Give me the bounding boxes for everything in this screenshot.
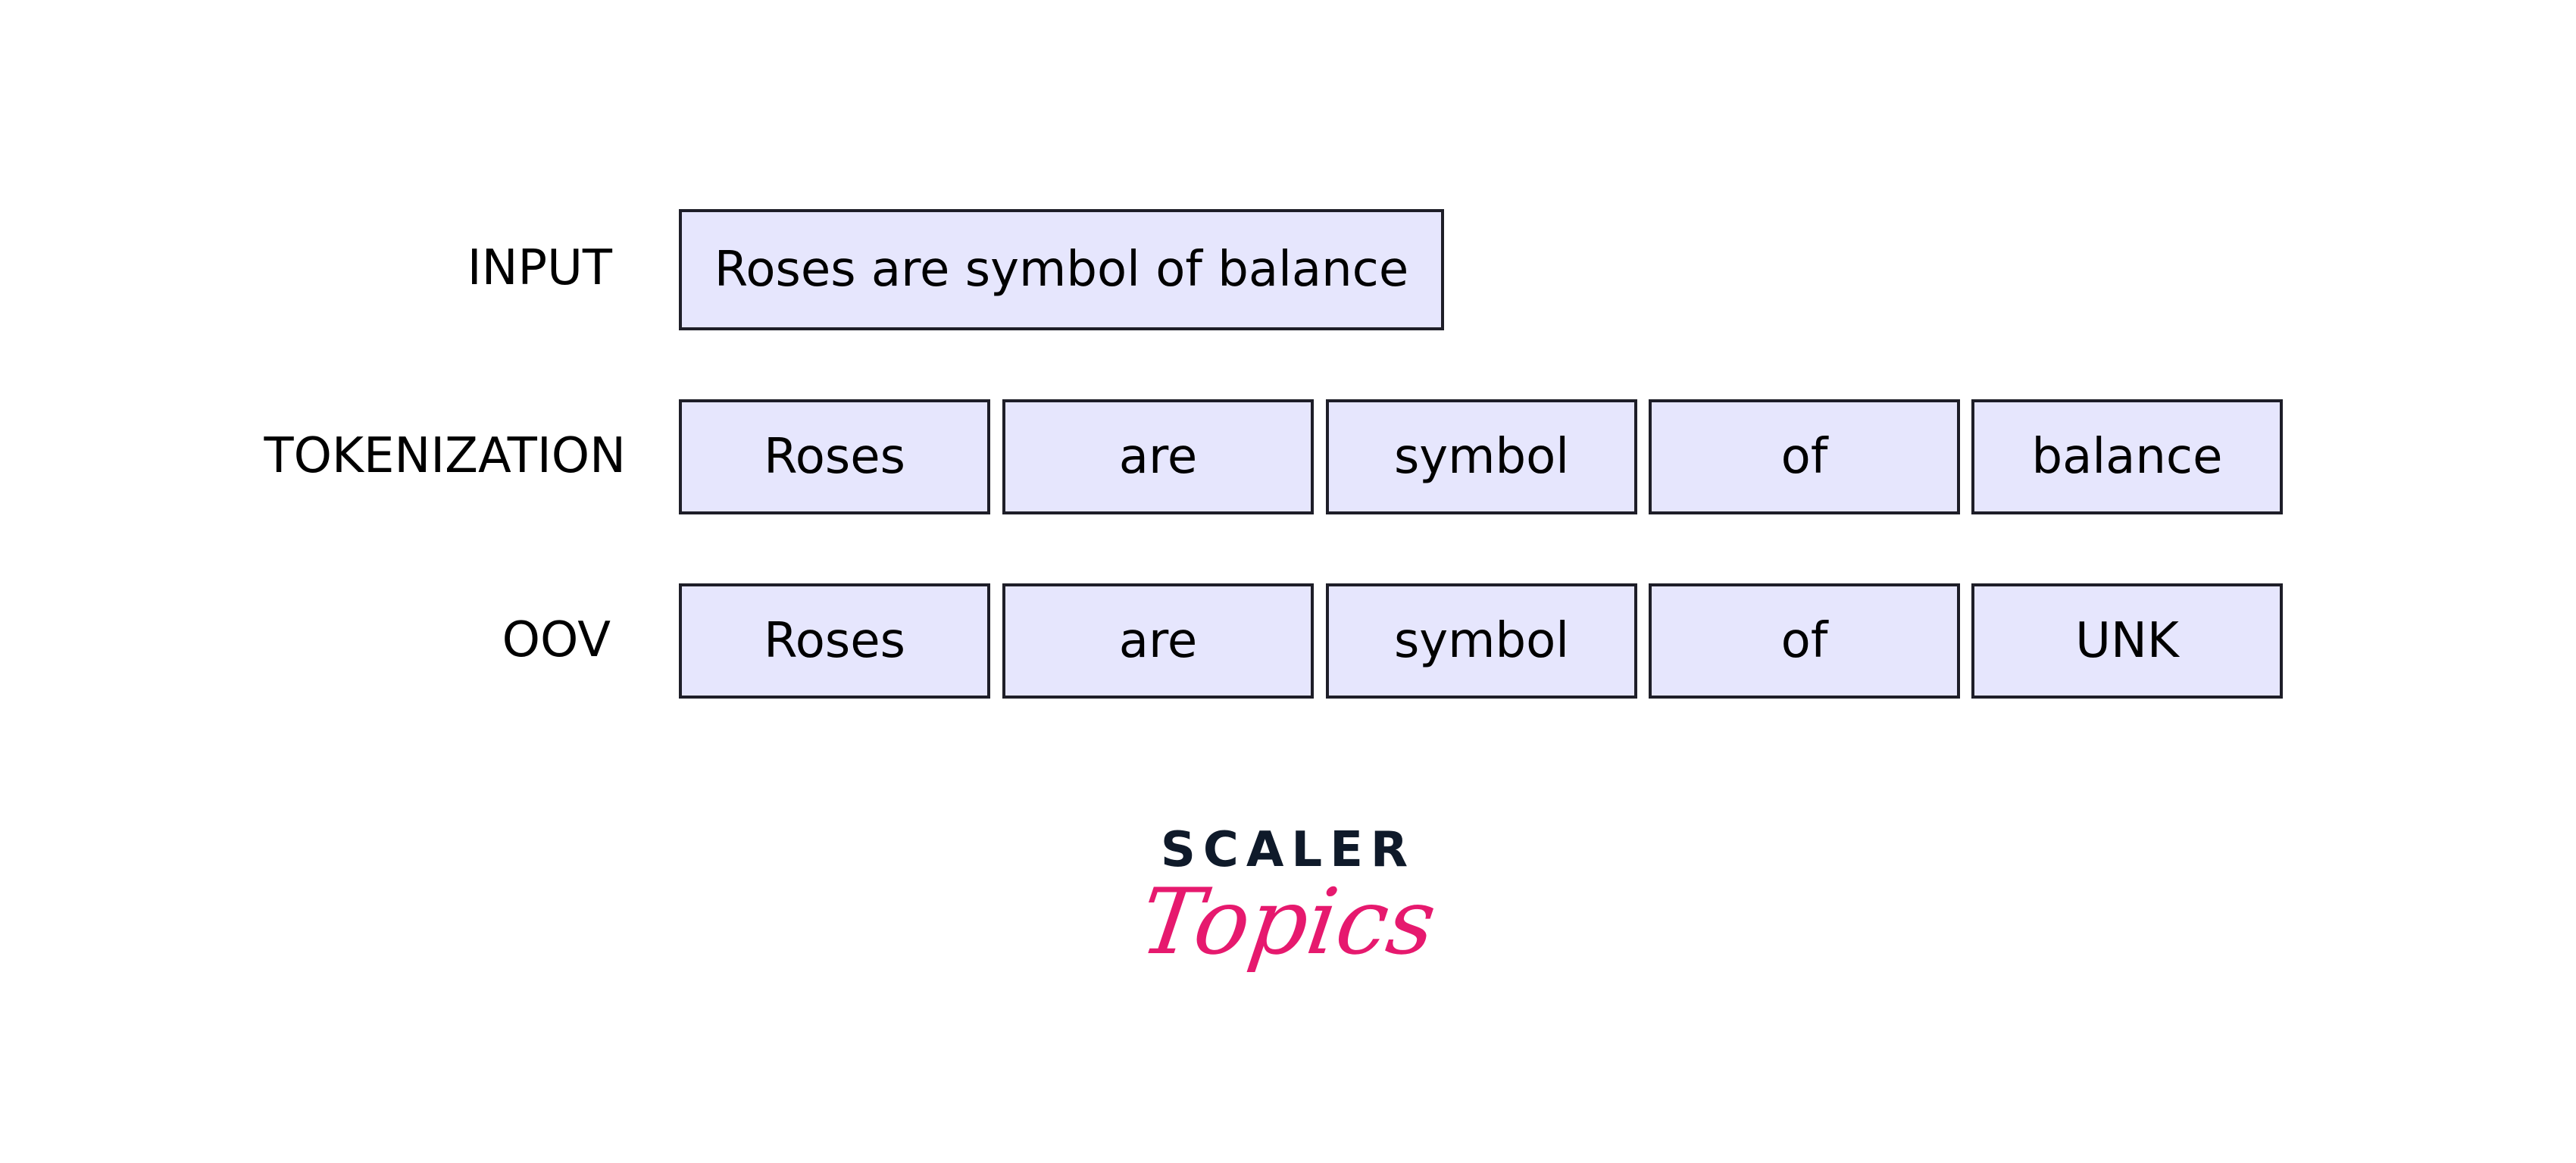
input-box: Roses are symbol of balance [679, 209, 1444, 330]
token-box: symbol [1326, 399, 1637, 514]
row-label-tokenization: TOKENIZATION [264, 428, 627, 484]
token-box: balance [1971, 399, 2283, 514]
oov-box: Roses [679, 583, 990, 699]
scaler-topics-logo: SCALER Topics [1134, 822, 1442, 975]
row-label-oov: OOV [502, 612, 611, 668]
row-label-input: INPUT [467, 240, 612, 296]
token-box: Roses [679, 399, 990, 514]
oov-box: symbol [1326, 583, 1637, 699]
oov-box: of [1649, 583, 1960, 699]
logo-scaler-text: SCALER [1160, 822, 1416, 878]
token-box: are [1002, 399, 1314, 514]
token-box: of [1649, 399, 1960, 514]
logo-topics-text: Topics [1133, 870, 1443, 975]
oov-box: are [1002, 583, 1314, 699]
oov-box: UNK [1971, 583, 2283, 699]
